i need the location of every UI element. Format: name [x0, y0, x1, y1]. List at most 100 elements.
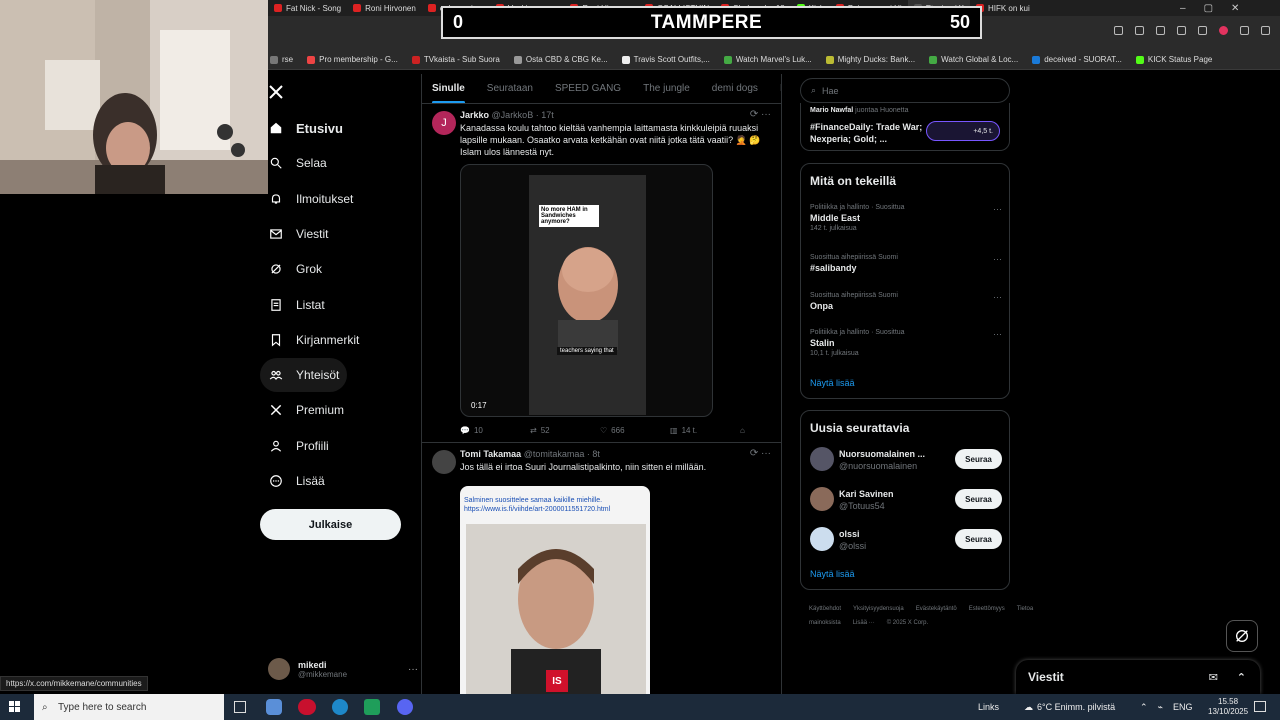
more-dots-icon[interactable]: ··· — [408, 664, 418, 675]
taskbar-app-icon[interactable] — [266, 699, 282, 715]
feed-tab[interactable]: SPEED GANG — [555, 83, 621, 94]
follow-suggestion[interactable]: olssi @olssi Seuraa — [810, 527, 1002, 555]
chevron-up-icon[interactable]: ⌃ — [1140, 702, 1148, 713]
footer-link[interactable]: Esteettömyys — [969, 606, 1005, 612]
nav-item-bookmark[interactable]: Kirjanmerkit — [260, 323, 367, 357]
tweet[interactable]: Tomi Takamaa @tomitakamaa · 8t ⟳ ··· Jos… — [422, 444, 781, 694]
tweet-handle[interactable]: @JarkkoB · 17t — [492, 110, 554, 120]
avatar[interactable]: J — [432, 111, 456, 135]
network-icon[interactable]: ⌁ — [1158, 702, 1163, 713]
bookmark-button[interactable]: ⌂ — [740, 426, 745, 435]
more-dots-icon[interactable]: ⟳ ··· — [750, 448, 771, 459]
follow-suggestion[interactable]: Nuorsuomalainen ... @nuorsuomalainen Seura… — [810, 447, 1002, 475]
task-view-icon[interactable] — [234, 701, 246, 713]
account-switcher[interactable]: mikedi @mikkemane ··· — [268, 652, 418, 686]
trend-item[interactable]: Politiikka ja hallinto · Suosittua Middle… — [810, 204, 1002, 232]
minimize-icon[interactable]: – — [1180, 3, 1186, 14]
download-icon[interactable] — [1240, 26, 1249, 35]
screenshot-icon[interactable] — [1156, 26, 1165, 35]
new-message-icon[interactable]: ✉ — [1209, 671, 1218, 684]
nav-item-bell[interactable]: Ilmoitukset — [260, 182, 361, 216]
tweet-handle[interactable]: @tomitakamaa · 8t — [524, 449, 600, 459]
edit-icon[interactable] — [1135, 26, 1144, 35]
bookmark-item[interactable]: TVkaista - Sub Suora — [411, 55, 500, 64]
reply-button[interactable]: 💬 10 — [460, 426, 530, 435]
more-dots-icon[interactable]: ··· — [993, 292, 1002, 302]
bookmark-item[interactable]: deceived - SUORAT... — [1032, 55, 1122, 64]
clock[interactable]: 15.58 13/10/2025 — [1208, 694, 1248, 720]
zoom-icon[interactable] — [1114, 26, 1123, 35]
footer-link[interactable]: Lisää ··· — [853, 620, 875, 626]
bookmark-item[interactable]: rse — [270, 55, 293, 64]
browser-tab[interactable]: Roni Hirvonen — [347, 0, 422, 16]
views-button[interactable]: ▥ 14 t. — [670, 426, 740, 435]
bookmark-item[interactable]: Watch Marvel's Luk... — [723, 55, 812, 64]
more-dots-icon[interactable]: ⟳ ··· — [750, 109, 771, 120]
nav-item-grok[interactable]: Grok — [260, 252, 330, 286]
nav-item-search[interactable]: Selaa — [260, 146, 335, 180]
bookmark-item[interactable]: Mighty Ducks: Bank... — [825, 55, 915, 64]
chevron-up-icon[interactable]: ⌃ — [1237, 671, 1246, 684]
avatar[interactable] — [432, 450, 456, 474]
taskbar-search-input[interactable]: ⌕ Type here to search — [34, 694, 224, 720]
messages-drawer[interactable]: Viestit ✉ ⌃ — [1016, 660, 1260, 694]
edge-icon[interactable] — [332, 699, 348, 715]
footer-link[interactable]: Evästekäytäntö — [916, 606, 957, 612]
menu-icon[interactable] — [1261, 26, 1270, 35]
follow-button[interactable]: Seuraa — [955, 489, 1002, 509]
bookmark-item[interactable]: Pro membership - G... — [307, 55, 398, 64]
bookmark-item[interactable]: KICK Status Page — [1135, 55, 1212, 64]
bookmark-item[interactable]: Travis Scott Outfits,... — [621, 55, 710, 64]
bookmark-item[interactable]: Osta CBD & CBG Ke... — [513, 55, 608, 64]
tweet[interactable]: J Jarkko @JarkkoB · 17t ⟳ ··· Kanadassa … — [422, 105, 781, 443]
footer-link[interactable]: © 2025 X Corp. — [887, 620, 928, 626]
notification-icon[interactable] — [1254, 701, 1266, 712]
maximize-icon[interactable]: ▢ — [1204, 3, 1213, 14]
bookmark-item[interactable]: Watch Global & Loc... — [929, 55, 1018, 64]
spreadsheet-icon[interactable] — [364, 699, 380, 715]
feed-tab[interactable]: demi dogs — [712, 83, 758, 94]
avatar[interactable] — [810, 487, 834, 511]
trend-item[interactable]: Suosittua aihepiirissä Suomi #salibandy ··… — [810, 254, 1002, 273]
live-space-card[interactable]: Mario Nawfal juontaa Huonetta #FinanceDa… — [800, 103, 1010, 151]
show-more-link[interactable]: Näytä lisää — [810, 378, 855, 388]
trend-item[interactable]: Suosittua aihepiirissä Suomi Onpa ··· — [810, 292, 1002, 311]
opera-icon[interactable] — [298, 699, 316, 715]
search-input[interactable]: ⌕ Hae — [800, 78, 1010, 103]
nav-item-list[interactable]: Listat — [260, 288, 333, 322]
heart-icon[interactable] — [1219, 26, 1228, 35]
like-button[interactable]: ♡ 666 — [600, 426, 670, 435]
avatar[interactable] — [810, 447, 834, 471]
quoted-image[interactable]: Salminen suosittelee samaa kaikille mieh… — [460, 486, 650, 694]
follow-button[interactable]: Seuraa — [955, 449, 1002, 469]
follow-suggestion[interactable]: Kari Savinen @Totuus54 Seuraa — [810, 487, 1002, 515]
footer-link[interactable]: Yksityisyydensuoja — [853, 606, 904, 612]
nav-item-home[interactable]: Etusivu — [260, 111, 351, 145]
nav-item-more-circle[interactable]: Lisää — [260, 464, 333, 498]
close-window-icon[interactable]: ✕ — [1231, 3, 1239, 14]
x-logo-icon[interactable] — [268, 84, 284, 100]
tweet-video[interactable]: No more HAM in Sandwiches anymore? teach… — [460, 164, 713, 417]
repost-button[interactable]: ⇄ 52 — [530, 426, 600, 435]
footer-link[interactable]: Käyttöehdot — [809, 606, 841, 612]
post-button[interactable]: Julkaise — [260, 509, 401, 540]
lang-indicator[interactable]: ENG — [1173, 702, 1193, 712]
discord-icon[interactable] — [397, 699, 413, 715]
nav-item-communities[interactable]: Yhteisöt — [260, 358, 348, 393]
show-more-link[interactable]: Näytä lisää — [810, 569, 855, 579]
more-dots-icon[interactable]: ··· — [993, 254, 1002, 264]
tweet-author[interactable]: Jarkko — [460, 110, 489, 120]
nav-item-x-logo[interactable]: Premium — [260, 393, 352, 427]
extension-icon[interactable] — [1177, 26, 1186, 35]
trend-item[interactable]: Politiikka ja hallinto · Suosittua Stalin… — [810, 329, 1002, 357]
nav-item-mail[interactable]: Viestit — [260, 217, 336, 251]
feed-tab[interactable]: Sinulle — [432, 83, 465, 103]
browser-tab[interactable]: Fat Nick - Song — [268, 0, 347, 16]
avatar[interactable] — [810, 527, 834, 551]
feed-tab[interactable]: Seurataan — [487, 83, 533, 94]
space-listeners[interactable]: +4,5 t. — [926, 121, 1000, 141]
more-dots-icon[interactable]: ··· — [993, 204, 1002, 214]
grok-button[interactable] — [1226, 620, 1258, 652]
feed-tab[interactable]: McDonalds — [780, 83, 781, 94]
follow-button[interactable]: Seuraa — [955, 529, 1002, 549]
